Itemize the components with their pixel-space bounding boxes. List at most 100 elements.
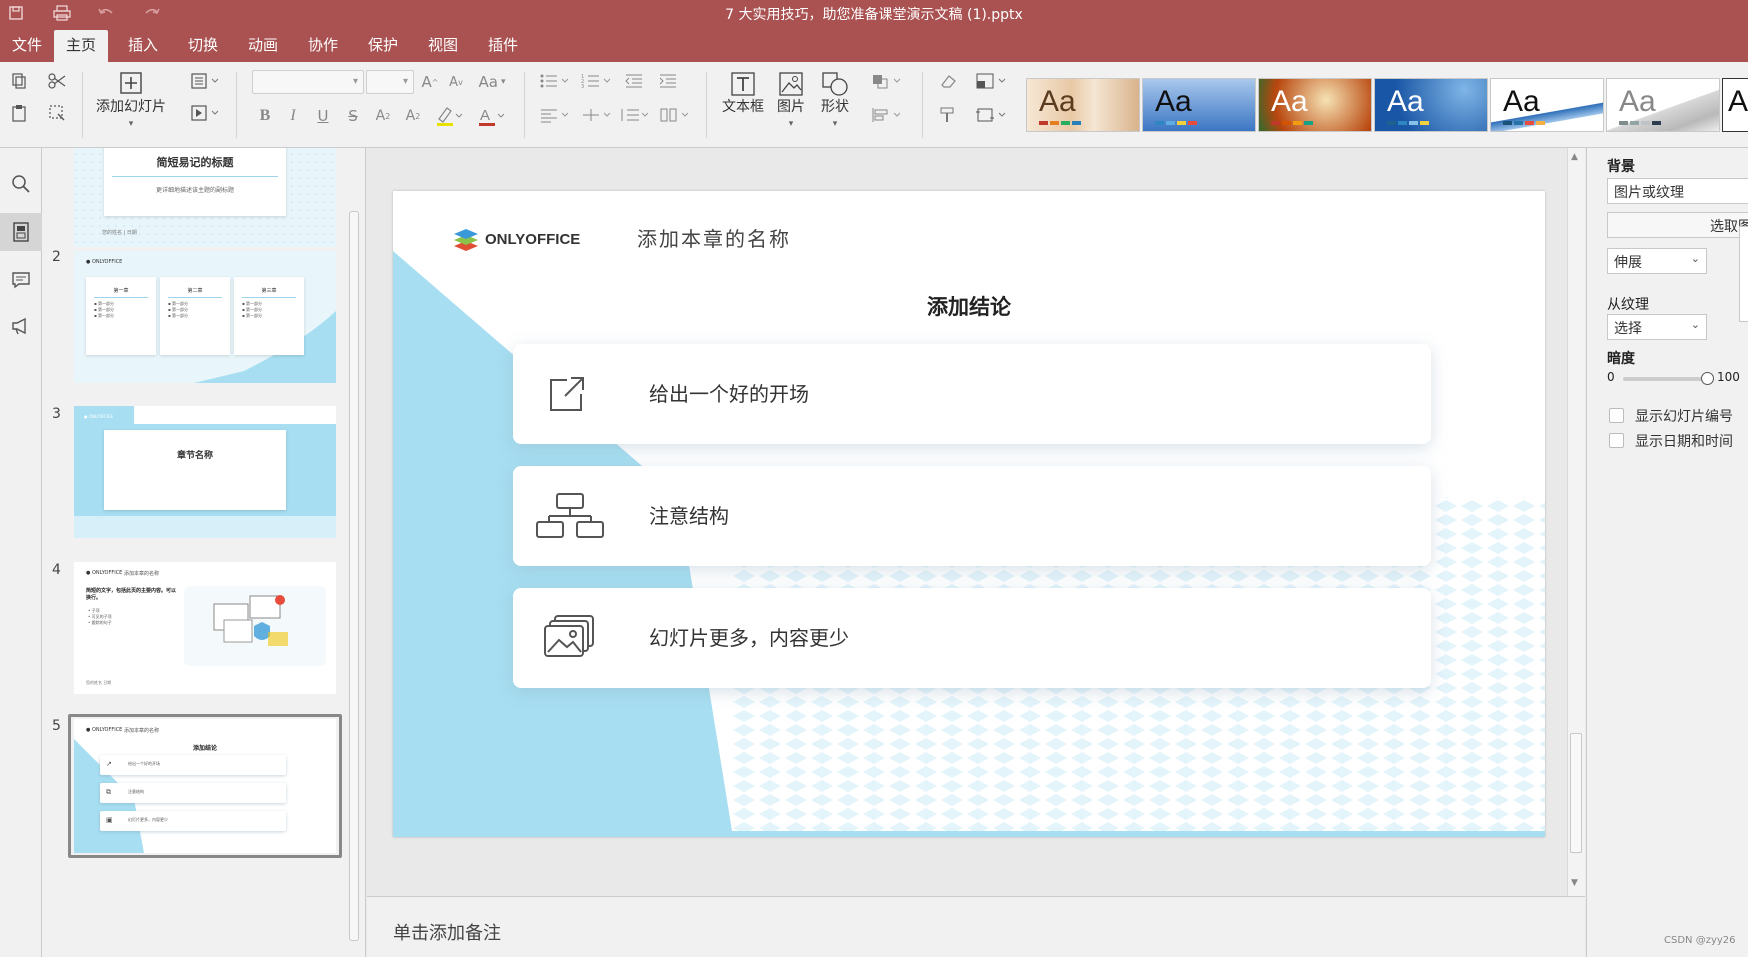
- card-text: 注意结构: [649, 504, 729, 528]
- tab-protection[interactable]: 保护: [356, 30, 410, 62]
- paste-icon[interactable]: [8, 102, 30, 124]
- chevron-down-icon[interactable]: ▾: [124, 118, 138, 130]
- slides-panel-scrollbar[interactable]: [349, 211, 359, 941]
- copy-icon[interactable]: [8, 70, 30, 92]
- conclusion-card-2[interactable]: 注意结构: [513, 466, 1431, 566]
- align-shapes-icon[interactable]: [870, 104, 904, 126]
- font-size-select[interactable]: ▾: [366, 70, 414, 94]
- stretch-select[interactable]: 伸展 ⌄: [1607, 248, 1707, 274]
- tab-plugins[interactable]: 插件: [476, 30, 530, 62]
- scroll-down-icon[interactable]: ▼: [1571, 878, 1578, 888]
- copy-style-icon[interactable]: [936, 104, 960, 126]
- font-name-select[interactable]: ▾: [252, 70, 364, 94]
- show-date-time-checkbox[interactable]: [1609, 433, 1624, 448]
- show-slide-number-label[interactable]: 显示幻灯片编号: [1635, 406, 1733, 426]
- show-slide-number-checkbox[interactable]: [1609, 408, 1624, 423]
- textbox-button[interactable]: 文本框: [716, 96, 770, 116]
- watermark: CSDN @zyy26: [1664, 935, 1736, 946]
- fill-type-select[interactable]: 图片或纹理: [1607, 178, 1748, 204]
- textbox-icon[interactable]: [728, 70, 758, 98]
- layout-icon[interactable]: [188, 70, 222, 92]
- increase-font-icon[interactable]: A ^: [420, 70, 440, 94]
- slide-thumbnail-4[interactable]: ● ONLYOFFICE 添加本章的名称 简短的文字，包括此页的主要内容。可以换…: [74, 562, 336, 694]
- darkness-slider-track[interactable]: [1623, 377, 1707, 381]
- decrease-font-icon[interactable]: Av: [446, 70, 466, 94]
- tab-animation[interactable]: 动画: [236, 30, 290, 62]
- bold-icon[interactable]: B: [256, 106, 274, 126]
- select-all-icon[interactable]: [46, 102, 68, 124]
- slide-thumbnail-3[interactable]: ● ONLYOFFICE 章节名称: [74, 406, 336, 538]
- workspace-scrollbar[interactable]: ▲ ▼: [1567, 148, 1585, 896]
- slide-thumbnail-1[interactable]: 简短易记的标题 更详细地描述该主题的副标题 您的姓名 | 日期: [74, 148, 336, 247]
- darkness-slider-handle[interactable]: [1701, 372, 1714, 385]
- superscript-icon[interactable]: A2: [372, 106, 394, 126]
- slide-title[interactable]: 添加结论: [393, 291, 1545, 321]
- chevron-down-icon[interactable]: ▾: [828, 118, 842, 130]
- increase-indent-icon[interactable]: [656, 70, 680, 92]
- comments-icon[interactable]: [0, 261, 42, 299]
- tab-collaboration[interactable]: 协作: [296, 30, 350, 62]
- notes-placeholder[interactable]: 单击添加备注: [393, 919, 501, 945]
- bullets-icon[interactable]: [538, 70, 572, 92]
- shape-icon[interactable]: [820, 70, 850, 98]
- slide-1-footer: 您的姓名 | 日期: [102, 230, 137, 236]
- chapter-name[interactable]: 添加本章的名称: [637, 223, 791, 252]
- arrange-icon[interactable]: [870, 70, 904, 92]
- tab-file[interactable]: 文件: [0, 30, 54, 62]
- scroll-thumb[interactable]: [1570, 733, 1582, 853]
- italic-icon[interactable]: I: [284, 106, 302, 126]
- theme-7[interactable]: A: [1722, 78, 1748, 132]
- tab-home[interactable]: 主页: [54, 30, 109, 62]
- subscript-icon[interactable]: A2: [402, 106, 424, 126]
- theme-4[interactable]: Aa: [1374, 78, 1488, 132]
- slides-icon[interactable]: [0, 213, 42, 251]
- highlight-color-icon[interactable]: [434, 104, 464, 128]
- texture-select[interactable]: 选择 ⌄: [1607, 314, 1707, 340]
- image-button[interactable]: 图片: [768, 96, 814, 116]
- add-slide-icon[interactable]: [118, 70, 144, 96]
- color-scheme-icon[interactable]: [974, 70, 1010, 92]
- search-icon[interactable]: [0, 165, 42, 203]
- conclusion-card-3[interactable]: 幻灯片更多，内容更少: [513, 588, 1431, 688]
- tab-transitions[interactable]: 切换: [176, 30, 230, 62]
- strikethrough-icon[interactable]: S: [344, 106, 362, 126]
- add-slide-button[interactable]: 添加幻灯片: [92, 96, 170, 116]
- slide-thumbnail-5[interactable]: ● ONLYOFFICE 添加本章的名称 添加结论 ↗ 给出一个好的开场 ⧉ 注意结…: [74, 719, 336, 853]
- theme-5[interactable]: Aa: [1490, 78, 1604, 132]
- onlyoffice-logo: ● ONLYOFFICE: [86, 727, 123, 733]
- scroll-up-icon[interactable]: ▲: [1571, 152, 1578, 162]
- theme-6[interactable]: Aa: [1606, 78, 1720, 132]
- show-date-time-label[interactable]: 显示日期和时间: [1635, 431, 1733, 451]
- onlyoffice-logo: ● ONLYOFFICE: [86, 570, 123, 576]
- image-icon[interactable]: [776, 70, 806, 98]
- change-case-button[interactable]: Aa ▾: [474, 70, 510, 94]
- theme-1[interactable]: Aa: [1026, 78, 1140, 132]
- chevron-down-icon[interactable]: ▾: [784, 118, 798, 130]
- theme-2[interactable]: Aa: [1142, 78, 1256, 132]
- start-slideshow-icon[interactable]: [188, 102, 222, 124]
- cut-icon[interactable]: [46, 70, 68, 92]
- current-slide[interactable]: ONLYOFFICE 添加本章的名称 添加结论 给出一个好的开场 注意结构 幻灯…: [393, 191, 1545, 837]
- slide-size-icon[interactable]: [974, 104, 1010, 126]
- darkness-min: 0: [1607, 370, 1615, 384]
- vertical-align-icon[interactable]: [580, 104, 614, 126]
- slide-thumbnail-2[interactable]: ● ONLYOFFICE 第一章 ▪ 第一部分 ▪ 第一部分 ▪ 第一部分 第二章 ▪ …: [74, 251, 336, 383]
- feedback-icon[interactable]: [0, 307, 42, 345]
- underline-icon[interactable]: U: [314, 106, 332, 126]
- notes-area[interactable]: 单击添加备注: [367, 896, 1585, 957]
- select-image-button[interactable]: 选取图片: [1607, 212, 1748, 238]
- font-color-icon[interactable]: A: [476, 104, 506, 128]
- conclusion-card-1[interactable]: 给出一个好的开场: [513, 344, 1431, 444]
- align-left-icon[interactable]: [538, 104, 572, 126]
- tab-view[interactable]: 视图: [416, 30, 470, 62]
- clear-style-icon[interactable]: [936, 70, 960, 92]
- columns-icon[interactable]: [658, 104, 692, 126]
- numbering-icon[interactable]: 123: [580, 70, 614, 92]
- line-spacing-icon[interactable]: [618, 104, 652, 126]
- onlyoffice-logo-icon: [454, 229, 478, 251]
- theme-3[interactable]: Aa: [1258, 78, 1372, 132]
- decrease-indent-icon[interactable]: [622, 70, 646, 92]
- tab-insert[interactable]: 插入: [116, 30, 170, 62]
- slide-1-title: 简短易记的标题: [156, 156, 234, 169]
- shape-button[interactable]: 形状: [812, 96, 858, 116]
